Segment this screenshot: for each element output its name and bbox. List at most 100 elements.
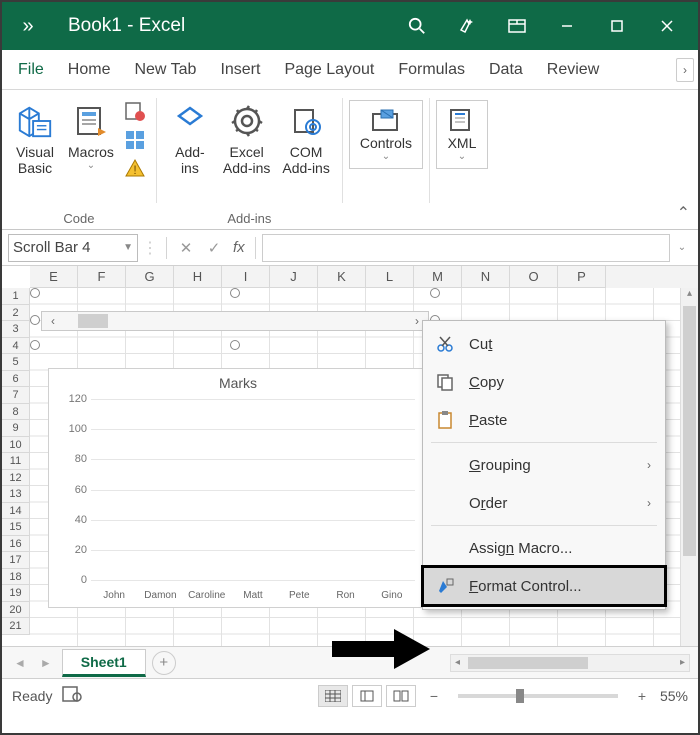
com-add-ins-button[interactable]: COMAdd-ins: [276, 100, 335, 176]
excel-add-ins-button[interactable]: ExcelAdd-ins: [217, 100, 276, 176]
row-header[interactable]: 11: [2, 453, 30, 470]
tab-newtab[interactable]: New Tab: [122, 50, 208, 90]
row-header[interactable]: 8: [2, 404, 30, 421]
maximize-button[interactable]: [592, 2, 642, 50]
quick-access-overflow[interactable]: »: [8, 15, 48, 38]
name-box-dropdown-icon[interactable]: ▼: [123, 242, 133, 253]
column-headers[interactable]: E F G H I J K L M N O P: [30, 266, 698, 288]
col-header[interactable]: O: [510, 266, 558, 288]
zoom-in-button[interactable]: +: [634, 688, 650, 704]
xml-group-button[interactable]: XML ⌄: [436, 100, 488, 169]
ctx-copy[interactable]: Copy: [423, 363, 665, 401]
use-relative-ref-icon[interactable]: [124, 129, 146, 156]
search-icon[interactable]: [392, 2, 442, 50]
formula-input[interactable]: [262, 234, 670, 262]
row-header[interactable]: 19: [2, 585, 30, 602]
chart[interactable]: Marks 020406080100120 JohnDamonCarolineM…: [48, 368, 428, 608]
tab-data[interactable]: Data: [477, 50, 535, 90]
col-header[interactable]: F: [78, 266, 126, 288]
col-header[interactable]: G: [126, 266, 174, 288]
row-header[interactable]: 16: [2, 536, 30, 553]
view-normal-icon[interactable]: [318, 685, 348, 707]
name-box-resize[interactable]: ⋮: [140, 238, 160, 258]
row-header[interactable]: 18: [2, 569, 30, 586]
sheet-nav-next[interactable]: ►: [36, 656, 56, 670]
tab-scroll-right[interactable]: ›: [676, 58, 694, 82]
col-header[interactable]: N: [462, 266, 510, 288]
accept-formula-icon[interactable]: ✓: [201, 239, 227, 257]
ctx-order[interactable]: Order ›: [423, 484, 665, 522]
row-header[interactable]: 6: [2, 371, 30, 388]
add-ins-label: Add-ins: [175, 144, 205, 176]
sheet-nav-prev[interactable]: ◄: [10, 656, 30, 670]
row-header[interactable]: 21: [2, 618, 30, 635]
row-header[interactable]: 12: [2, 470, 30, 487]
row-header[interactable]: 15: [2, 519, 30, 536]
zoom-slider-thumb[interactable]: [516, 689, 524, 703]
fx-label[interactable]: fx: [229, 239, 249, 256]
scrollbar-thumb[interactable]: [78, 314, 108, 328]
col-header[interactable]: I: [222, 266, 270, 288]
view-page-break-icon[interactable]: [386, 685, 416, 707]
col-header[interactable]: K: [318, 266, 366, 288]
ctx-format-control[interactable]: Format Control...: [423, 567, 665, 605]
tab-formulas[interactable]: Formulas: [386, 50, 477, 90]
col-header[interactable]: H: [174, 266, 222, 288]
row-header[interactable]: 10: [2, 437, 30, 454]
view-page-layout-icon[interactable]: [352, 685, 382, 707]
new-sheet-button[interactable]: +: [152, 651, 176, 675]
col-header[interactable]: L: [366, 266, 414, 288]
sheet-tab-sheet1[interactable]: Sheet1: [62, 649, 146, 677]
macro-security-icon[interactable]: !: [124, 158, 146, 185]
name-box[interactable]: Scroll Bar 4 ▼: [8, 234, 138, 262]
minimize-button[interactable]: [542, 2, 592, 50]
col-header[interactable]: E: [30, 266, 78, 288]
row-header[interactable]: 7: [2, 387, 30, 404]
row-header[interactable]: 14: [2, 503, 30, 520]
row-header[interactable]: 3: [2, 321, 30, 338]
vertical-scrollbar-thumb[interactable]: [683, 306, 696, 556]
tab-home[interactable]: Home: [56, 50, 123, 90]
close-button[interactable]: [642, 2, 692, 50]
ctx-assign-macro[interactable]: Assign Macro...: [423, 529, 665, 567]
row-header[interactable]: 1: [2, 288, 30, 305]
record-macro-icon[interactable]: [124, 100, 146, 127]
scrollbar-track[interactable]: [64, 312, 406, 330]
scrollbar-left-arrow[interactable]: ‹: [42, 314, 64, 328]
add-ins-button[interactable]: Add-ins: [163, 100, 217, 176]
expand-formula-bar-icon[interactable]: ⌄: [672, 242, 692, 253]
row-header[interactable]: 2: [2, 305, 30, 322]
macro-record-status-icon[interactable]: [62, 686, 82, 705]
row-header[interactable]: 17: [2, 552, 30, 569]
collapse-ribbon-icon[interactable]: ⌃: [677, 203, 690, 223]
horizontal-scrollbar-thumb[interactable]: [468, 657, 588, 669]
row-header[interactable]: 13: [2, 486, 30, 503]
col-header[interactable]: M: [414, 266, 462, 288]
ctx-paste[interactable]: Paste: [423, 401, 665, 439]
tab-page-layout[interactable]: Page Layout: [272, 50, 386, 90]
cancel-formula-icon[interactable]: ✕: [173, 239, 199, 257]
controls-group-button[interactable]: Controls ⌄: [349, 100, 423, 169]
col-header[interactable]: P: [558, 266, 606, 288]
col-header[interactable]: J: [270, 266, 318, 288]
zoom-out-button[interactable]: −: [426, 688, 442, 704]
tab-review[interactable]: Review: [535, 50, 611, 90]
vertical-scrollbar[interactable]: ▴: [680, 288, 698, 646]
visual-basic-button[interactable]: VisualBasic: [8, 100, 62, 176]
zoom-slider[interactable]: [458, 694, 618, 698]
coming-soon-icon[interactable]: [442, 2, 492, 50]
row-header[interactable]: 4: [2, 338, 30, 355]
ctx-grouping[interactable]: Grouping ›: [423, 446, 665, 484]
row-header[interactable]: 9: [2, 420, 30, 437]
tab-insert[interactable]: Insert: [208, 50, 272, 90]
row-headers[interactable]: 123456789101112131415161718192021: [2, 288, 30, 635]
ribbon-display-icon[interactable]: [492, 2, 542, 50]
zoom-level[interactable]: 55%: [660, 688, 688, 704]
tab-file[interactable]: File: [6, 50, 56, 90]
row-header[interactable]: 5: [2, 354, 30, 371]
row-header[interactable]: 20: [2, 602, 30, 619]
ctx-cut[interactable]: Cut: [423, 325, 665, 363]
macros-button[interactable]: Macros ⌄: [62, 100, 120, 171]
horizontal-scrollbar[interactable]: ◂ ▸: [450, 654, 690, 672]
scrollbar-form-control[interactable]: ‹ ›: [35, 293, 435, 345]
